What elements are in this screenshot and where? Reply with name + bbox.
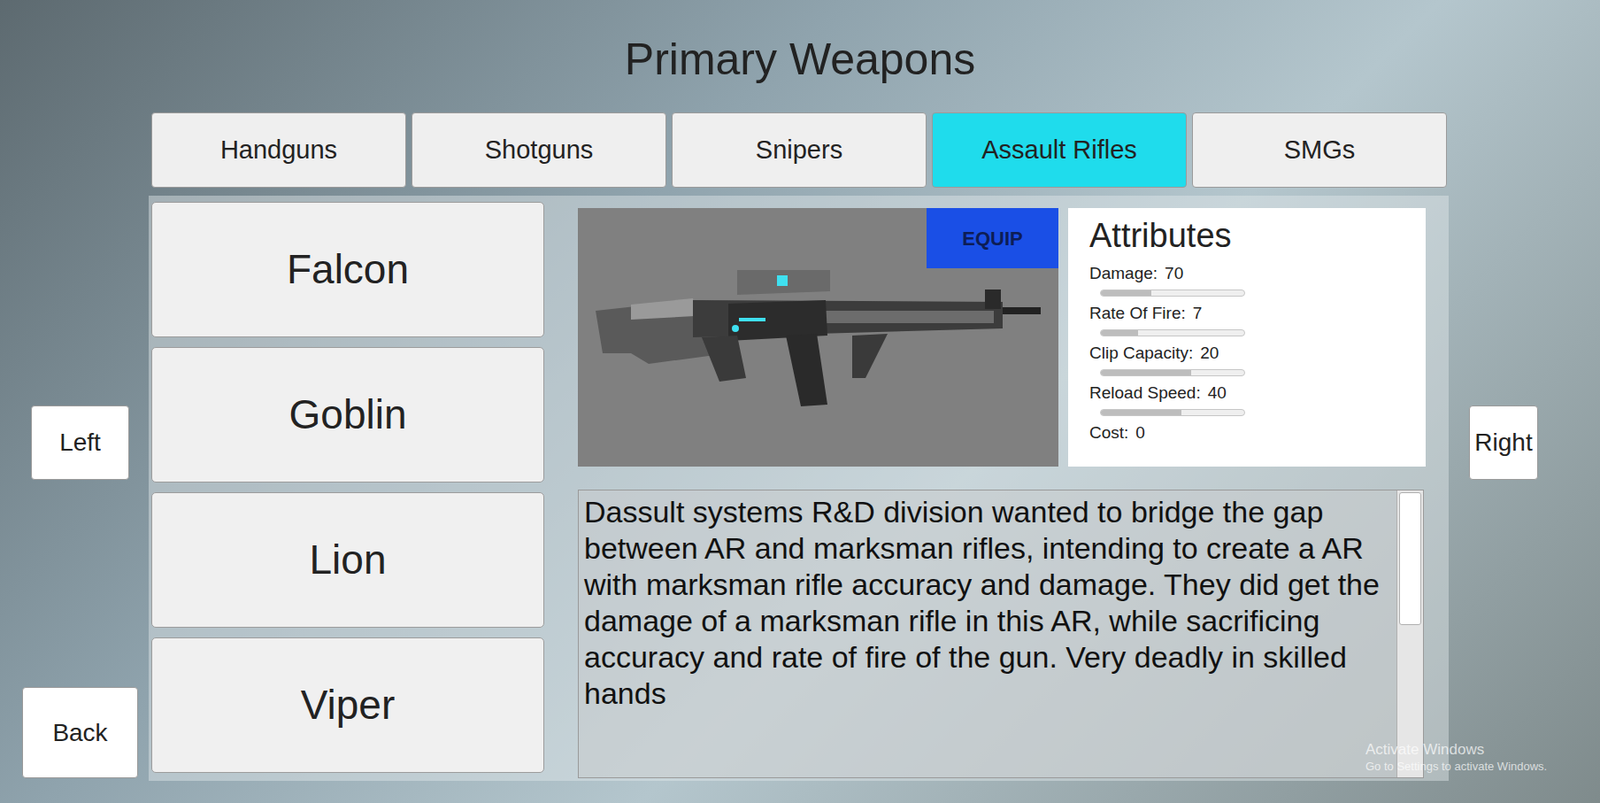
attributes-panel: Attributes Damage: 70 Rate Of Fire: 7 Clip Ca… xyxy=(1068,207,1426,467)
attribute-line: Cost: 0 xyxy=(1089,422,1426,444)
left-gutter: Left Back xyxy=(0,195,149,781)
attribute-value: 40 xyxy=(1207,382,1227,404)
attribute-track xyxy=(1100,369,1246,377)
back-button[interactable]: Back xyxy=(22,686,139,778)
attribute-label: Clip Capacity: xyxy=(1089,342,1193,364)
attribute-row: Rate Of Fire: 7 xyxy=(1089,302,1426,343)
tab[interactable]: Handguns xyxy=(151,112,407,188)
watermark-subtitle: Go to Settings to activate Windows. xyxy=(1365,758,1547,774)
scrollbar-thumb[interactable] xyxy=(1399,492,1422,625)
weapon-button[interactable]: Goblin xyxy=(151,346,545,483)
detail-top: EQUIP Attributes Damage: 70 Rate Of Fire: 7 Cl… xyxy=(577,207,1426,467)
attribute-row: Reload Speed: 40 xyxy=(1089,382,1426,423)
weapon-preview: EQUIP xyxy=(577,207,1059,467)
rifle-icon xyxy=(595,264,1041,411)
right-gutter: Right xyxy=(1448,195,1600,781)
tab[interactable]: Shotguns xyxy=(411,112,667,188)
attribute-row: Damage: 70 xyxy=(1089,262,1426,303)
attribute-line: Clip Capacity: 20 xyxy=(1089,342,1426,364)
activation-watermark: Activate WindowsGo to Settings to activa… xyxy=(1365,739,1547,774)
attribute-label: Reload Speed: xyxy=(1089,382,1201,404)
tab-label: Shotguns xyxy=(484,130,594,170)
tab[interactable]: SMGs xyxy=(1192,112,1447,188)
attribute-label: Rate Of Fire: xyxy=(1089,302,1186,324)
weapon-button[interactable]: Lion xyxy=(151,492,545,628)
weapon-button[interactable]: Falcon xyxy=(151,201,545,338)
attribute-fill xyxy=(1100,290,1152,296)
attribute-fill xyxy=(1100,369,1192,376)
equip-button[interactable]: EQUIP xyxy=(926,207,1059,269)
scrollbar[interactable] xyxy=(1396,490,1424,777)
attribute-line: Reload Speed: 40 xyxy=(1089,382,1426,404)
main-row: LeftBackFalconGoblinLionViperEQUIPAttrib… xyxy=(0,195,1600,781)
attribute-track xyxy=(1100,329,1246,337)
attribute-row: Cost: 0 xyxy=(1089,422,1426,462)
description-box: Dassult systems R&D division wanted to b… xyxy=(577,489,1424,778)
attribute-value: 7 xyxy=(1192,302,1203,324)
tab-label: SMGs xyxy=(1284,130,1356,170)
tab-label: Assault Rifles xyxy=(981,130,1138,170)
attribute-label: Cost: xyxy=(1089,422,1129,444)
attribute-fill xyxy=(1100,330,1139,336)
description-text: Dassult systems R&D division wanted to b… xyxy=(578,490,1397,777)
weapon-button[interactable]: Viper xyxy=(151,637,545,773)
attributes-title: Attributes xyxy=(1089,215,1426,256)
attribute-line: Damage: 70 xyxy=(1089,262,1426,285)
attribute-value: 20 xyxy=(1200,342,1219,364)
watermark-title: Activate Windows xyxy=(1365,739,1547,759)
weapon-panel: FalconGoblinLionViper EQUIP Attributes Dama… xyxy=(148,195,1449,781)
page-title: Primary Weapons xyxy=(0,0,1600,85)
attribute-value: 70 xyxy=(1164,262,1184,285)
tab[interactable]: Assault Rifles xyxy=(931,112,1187,188)
attribute-row: Clip Capacity: 20 xyxy=(1089,342,1426,383)
detail-column: EQUIP Attributes Damage: 70 Rate Of Fire: 7 Cl… xyxy=(577,207,1426,781)
screen: Primary Weapons Handguns Shotguns Snipers As… xyxy=(0,0,1600,803)
weapon-list: FalconGoblinLionViper xyxy=(151,201,545,781)
tab[interactable]: Snipers xyxy=(671,112,927,188)
attribute-label: Damage: xyxy=(1089,262,1158,285)
left-button[interactable]: Left xyxy=(30,405,130,480)
tab-label: Handguns xyxy=(220,130,338,170)
tab-bar: Handguns Shotguns Snipers Assault Rifles SMG… xyxy=(151,112,1447,188)
attribute-value: 0 xyxy=(1135,422,1146,444)
attribute-fill xyxy=(1100,409,1182,416)
tab-label: Snipers xyxy=(755,130,843,170)
right-button[interactable]: Right xyxy=(1469,405,1539,480)
attribute-track xyxy=(1100,408,1246,416)
attribute-track xyxy=(1100,289,1246,297)
attribute-line: Rate Of Fire: 7 xyxy=(1089,302,1426,324)
